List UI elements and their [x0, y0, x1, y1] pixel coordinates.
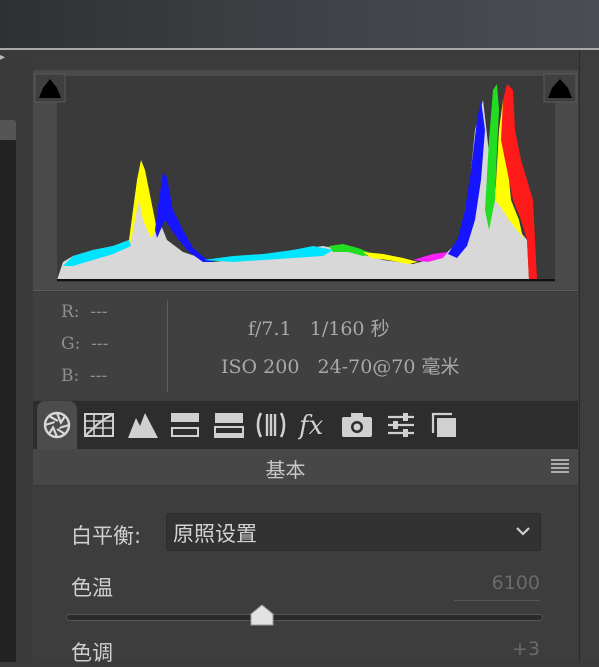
aperture-icon — [43, 411, 71, 439]
shadow-clipping-warning-icon — [34, 73, 66, 103]
tint-value-field[interactable]: +3 — [454, 638, 540, 660]
blue-readout: B: --- — [61, 366, 108, 386]
green-readout: G: --- — [61, 334, 109, 354]
panel-tab-bar: fx — [33, 401, 578, 449]
temperature-slider-thumb[interactable] — [250, 604, 274, 626]
left-panel-tab[interactable] — [0, 120, 16, 142]
split-toning-icon — [214, 413, 244, 438]
iso-lens: ISO 200 24-70@70 毫米 — [221, 356, 460, 378]
tab-tone-curve[interactable] — [79, 401, 119, 449]
tab-split-toning[interactable] — [209, 401, 249, 449]
temperature-slider-track[interactable] — [66, 614, 543, 621]
left-filmstrip-edge — [0, 50, 30, 662]
left-panel-edge — [0, 140, 16, 662]
presets-sliders-icon — [388, 413, 414, 437]
lens-corrections-icon — [256, 412, 286, 438]
expand-arrow-icon[interactable]: ▸ — [0, 52, 8, 64]
tone-curve-grid-icon — [84, 413, 114, 437]
temperature-value-underline — [454, 600, 540, 601]
top-divider — [0, 48, 599, 50]
tab-lens-corrections[interactable] — [251, 401, 291, 449]
tab-snapshots[interactable] — [423, 401, 463, 449]
white-balance-value: 原照设置 — [173, 522, 257, 546]
exif-info: R: --- G: --- B: --- f/7.1 1/160 秒 ISO 2… — [33, 292, 578, 400]
tab-effects[interactable]: fx — [295, 401, 335, 449]
mountain-detail-icon — [128, 413, 158, 438]
basic-panel-header: 基本 — [33, 449, 578, 486]
camera-calibration-icon — [342, 413, 372, 437]
window-top-bar — [0, 0, 599, 48]
red-readout: R: --- — [61, 302, 108, 322]
temperature-label: 色温 — [71, 576, 113, 600]
highlight-clipping-warning-icon — [543, 73, 577, 103]
exif-divider — [167, 300, 168, 392]
svg-text:fx: fx — [298, 411, 324, 440]
basic-panel-body: 白平衡: 原照设置 色温 6100 色调 +3 — [33, 486, 578, 665]
chevron-down-icon — [516, 527, 530, 536]
fx-effects-icon: fx — [298, 411, 324, 440]
temperature-value-field[interactable]: 6100 — [454, 572, 540, 594]
panel-title: 基本 — [265, 458, 306, 482]
white-balance-label: 白平衡: — [71, 524, 142, 548]
tab-hsl[interactable] — [165, 401, 205, 449]
right-scrollbar-area[interactable] — [579, 50, 599, 662]
tab-camera-calibration[interactable] — [337, 401, 377, 449]
panel-menu-icon[interactable] — [550, 458, 570, 474]
white-balance-select[interactable]: 原照设置 — [166, 513, 541, 551]
histogram — [33, 70, 578, 291]
hsl-grayscale-icon — [171, 413, 199, 437]
tab-presets[interactable] — [381, 401, 421, 449]
snapshots-icon — [431, 412, 456, 437]
tab-basic[interactable] — [37, 401, 77, 449]
tab-detail[interactable] — [123, 401, 163, 449]
tint-label: 色调 — [71, 641, 113, 665]
aperture-shutter: f/7.1 1/160 秒 — [248, 318, 390, 340]
